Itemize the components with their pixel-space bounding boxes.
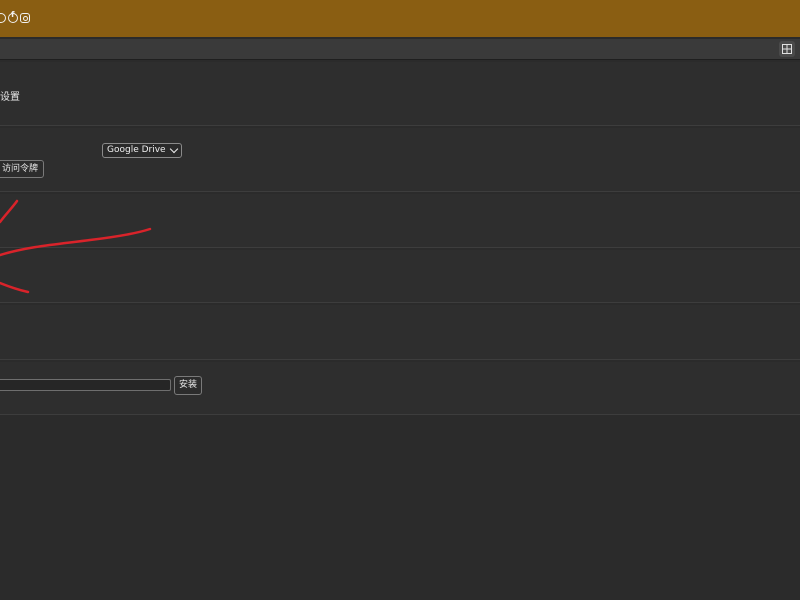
social-links: [0, 10, 30, 25]
settings-row-3: [0, 194, 800, 248]
facebook-icon[interactable]: [8, 10, 18, 23]
app-window: 设置 Google Drive 访问令牌 安装: [0, 0, 800, 600]
github-icon[interactable]: [0, 13, 6, 23]
sync-section: Google Drive 访问令牌: [0, 128, 800, 192]
sync-provider-select[interactable]: Google Drive: [102, 143, 182, 158]
chevron-down-icon: [169, 144, 178, 154]
toolbar: [0, 39, 800, 60]
settings-row-4: [0, 250, 800, 303]
settings-label: 设置: [0, 92, 20, 103]
install-url-input[interactable]: [0, 379, 171, 391]
top-header-bar: [0, 0, 800, 37]
settings-section: 设置: [0, 62, 800, 126]
grid-icon: [782, 44, 792, 54]
settings-row-5: [0, 305, 800, 360]
grid-view-button[interactable]: [779, 41, 795, 57]
sync-provider-value: Google Drive: [107, 145, 166, 155]
install-section: 安装: [0, 362, 800, 415]
instagram-icon[interactable]: [20, 13, 30, 23]
install-button[interactable]: 安装: [174, 376, 203, 395]
access-token-button[interactable]: 访问令牌: [0, 160, 45, 178]
